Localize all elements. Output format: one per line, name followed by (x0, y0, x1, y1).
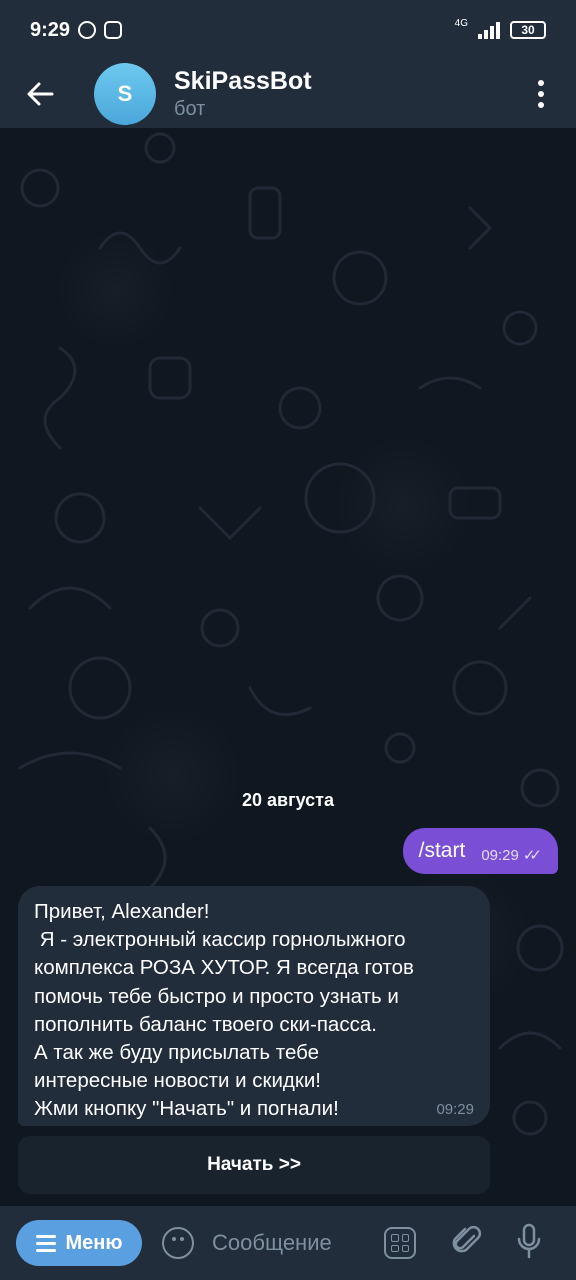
signal-icon (478, 21, 500, 39)
chat-area[interactable]: 20 августа /start 09:29 ✓✓ Привет, Alexa… (0, 128, 576, 1206)
incoming-message-line: помочь тебе быстро и просто узнать и (34, 984, 399, 1008)
chat-title: SkiPassBot (174, 67, 312, 95)
avatar[interactable]: S (94, 63, 156, 125)
chat-header: S SkiPassBot бот (0, 60, 576, 128)
status-left-icons (78, 21, 123, 39)
outgoing-message-time: 09:29 (481, 846, 519, 864)
incoming-message-line: пополнить баланс твоего ски-пасса. (34, 1012, 377, 1036)
back-arrow-icon[interactable] (0, 60, 80, 128)
battery-icon: 30 (510, 21, 546, 39)
message-input[interactable] (212, 1230, 362, 1256)
incoming-message-line: А так же буду присылать тебе (34, 1041, 320, 1065)
incoming-message[interactable]: Привет, Alexander! Я - электронный касси… (18, 886, 490, 1126)
instagram-icon (104, 21, 123, 39)
more-options-icon[interactable] (506, 60, 576, 128)
network-type: 4G (454, 18, 468, 29)
bot-commands-icon[interactable] (384, 1227, 416, 1259)
chat-title-block[interactable]: SkiPassBot бот (174, 67, 312, 121)
date-separator: 20 августа (242, 790, 334, 810)
read-checkmarks-icon: ✓✓ (522, 847, 542, 864)
start-inline-button[interactable]: Начать >> (18, 1136, 490, 1194)
status-bar: 9:29 4G 30 (0, 0, 576, 60)
incoming-message-time: 09:29 (436, 1101, 474, 1118)
incoming-message-line: Жми кнопку "Начать" и погнали! (34, 1097, 339, 1121)
microphone-icon[interactable] (516, 1223, 542, 1264)
incoming-message-line: Я - электронный кассир горнолыжного (34, 928, 406, 952)
message-input-bar: Меню (0, 1206, 576, 1280)
status-right-icons: 4G 30 (454, 18, 546, 39)
outgoing-message[interactable]: /start 09:29 ✓✓ (402, 828, 558, 874)
attach-icon[interactable] (452, 1224, 482, 1263)
outgoing-message-text: /start (418, 839, 466, 862)
hamburger-icon (35, 1234, 56, 1252)
whatsapp-icon (78, 21, 97, 39)
emoji-icon[interactable] (162, 1227, 194, 1259)
status-time: 9:29 (30, 18, 71, 41)
bot-menu-button[interactable]: Меню (16, 1220, 142, 1266)
chat-subtitle: бот (174, 98, 206, 120)
incoming-message-line: интересные новости и скидки! (34, 1069, 321, 1093)
incoming-message-line: комплекса РОЗА ХУТОР. Я всегда готов (34, 956, 414, 980)
bot-menu-label: Меню (65, 1231, 123, 1254)
incoming-message-line: Привет, Alexander! (34, 900, 210, 923)
